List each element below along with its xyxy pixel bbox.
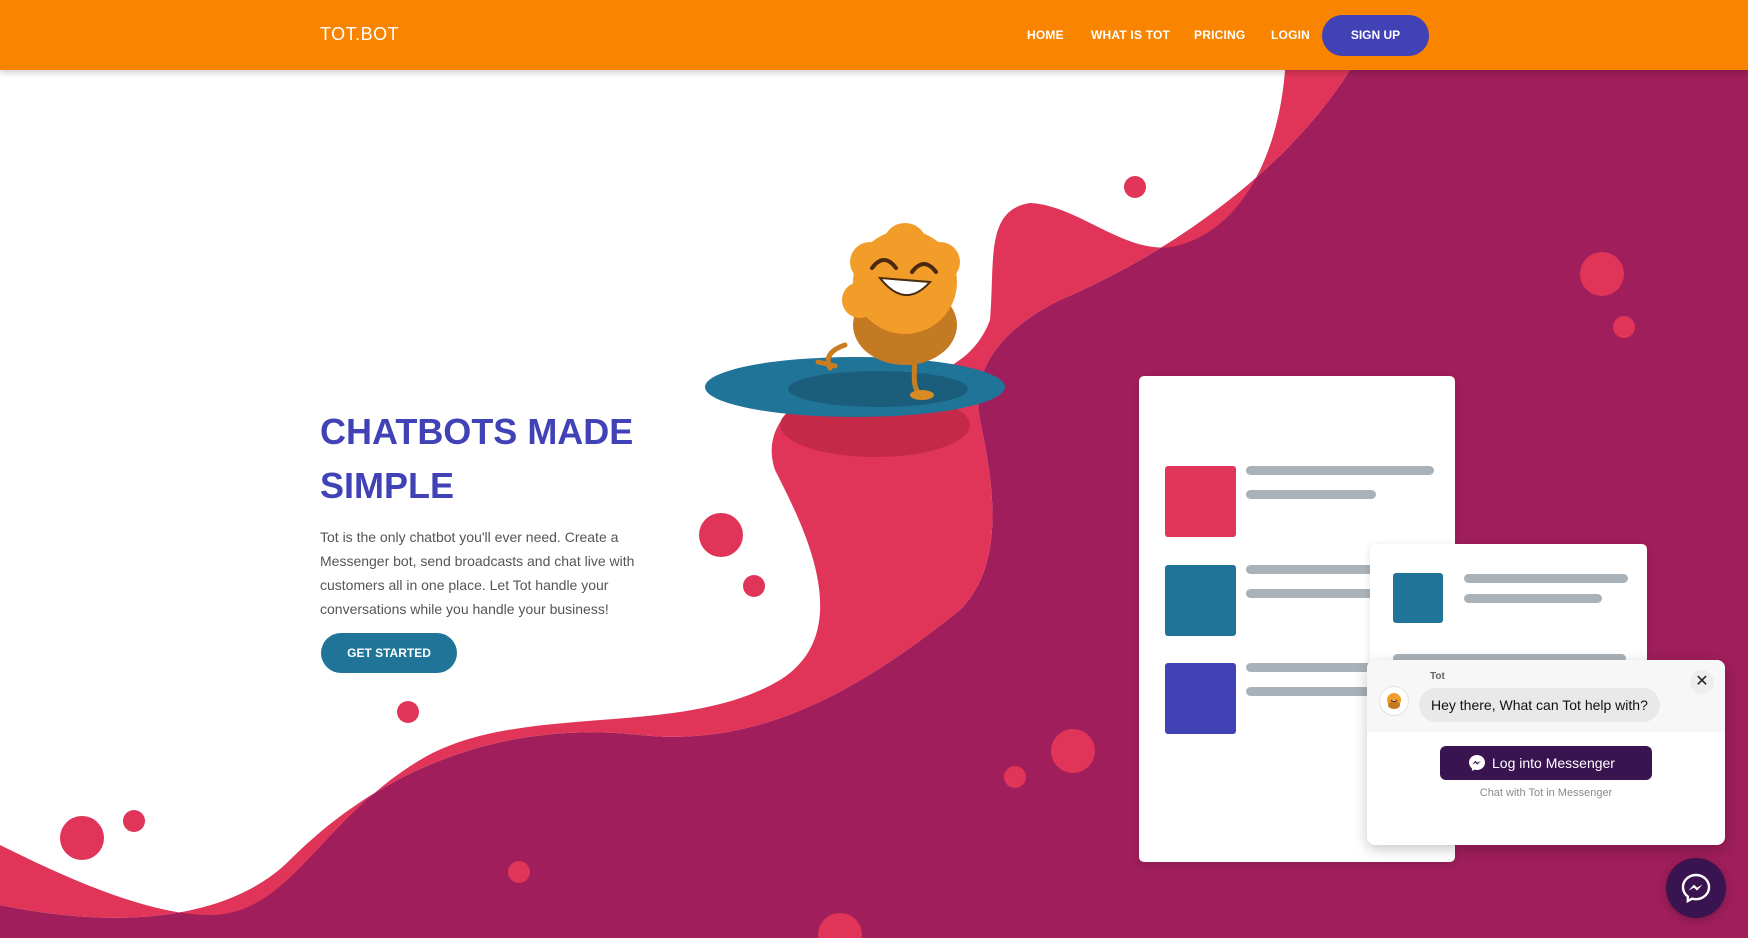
nav-pricing[interactable]: PRICING bbox=[1194, 28, 1245, 42]
nav-home[interactable]: HOME bbox=[1027, 28, 1064, 42]
main-nav: HOME WHAT IS TOT PRICING LOGIN SIGN UP bbox=[0, 0, 1748, 70]
messenger-chat-widget: Tot Hey there, What can Tot help with? ✕… bbox=[1367, 660, 1725, 845]
chat-bot-name: Tot bbox=[1430, 671, 1445, 682]
tot-avatar-icon bbox=[1387, 693, 1401, 709]
log-into-messenger-label: Log into Messenger bbox=[1492, 755, 1615, 771]
mock-line bbox=[1246, 687, 1376, 696]
dot bbox=[1051, 729, 1095, 773]
mock-card-small bbox=[1370, 544, 1647, 664]
nav-login[interactable]: LOGIN bbox=[1271, 28, 1310, 42]
dot bbox=[1580, 252, 1624, 296]
chat-note: Chat with Tot in Messenger bbox=[1479, 787, 1613, 799]
dot bbox=[60, 816, 104, 860]
messenger-icon bbox=[1681, 873, 1711, 903]
tot-avatar bbox=[1379, 686, 1409, 716]
nav-what-is-tot[interactable]: WHAT IS TOT bbox=[1091, 28, 1170, 42]
hero-description: Tot is the only chatbot you'll ever need… bbox=[320, 529, 635, 617]
dot bbox=[397, 701, 419, 723]
chat-message-bubble: Hey there, What can Tot help with? bbox=[1419, 688, 1660, 722]
signup-button[interactable]: SIGN UP bbox=[1322, 15, 1429, 56]
dot bbox=[1124, 176, 1146, 198]
mock-block-teal bbox=[1393, 573, 1443, 623]
mock-block-red bbox=[1165, 466, 1236, 537]
mock-block-blue bbox=[1165, 663, 1236, 734]
mock-line bbox=[1246, 490, 1376, 499]
hero-title: CHATBOTS MADE SIMPLE bbox=[320, 405, 640, 513]
mock-line bbox=[1464, 594, 1602, 603]
hero-section: CHATBOTS MADE SIMPLE Tot is the only cha… bbox=[320, 405, 640, 621]
dot bbox=[123, 810, 145, 832]
top-navbar: TOT.BOT HOME WHAT IS TOT PRICING LOGIN S… bbox=[0, 0, 1748, 70]
chat-header: Tot Hey there, What can Tot help with? ✕ bbox=[1367, 660, 1725, 732]
dot bbox=[1004, 766, 1026, 788]
hero-title-line-1: CHATBOTS MADE bbox=[320, 411, 634, 452]
messenger-icon bbox=[1469, 755, 1485, 771]
dot bbox=[508, 861, 530, 883]
hero-title-line-2: SIMPLE bbox=[320, 465, 455, 506]
dot bbox=[699, 513, 743, 557]
dot bbox=[1613, 316, 1635, 338]
messenger-fab-button[interactable] bbox=[1666, 858, 1726, 918]
mock-line bbox=[1246, 466, 1434, 475]
close-icon[interactable]: ✕ bbox=[1690, 670, 1714, 694]
mock-line bbox=[1246, 589, 1376, 598]
log-into-messenger-button[interactable]: Log into Messenger bbox=[1440, 746, 1652, 780]
dot bbox=[743, 575, 765, 597]
get-started-button[interactable]: GET STARTED bbox=[321, 633, 457, 673]
mock-line bbox=[1464, 574, 1628, 583]
mock-block-teal bbox=[1165, 565, 1236, 636]
